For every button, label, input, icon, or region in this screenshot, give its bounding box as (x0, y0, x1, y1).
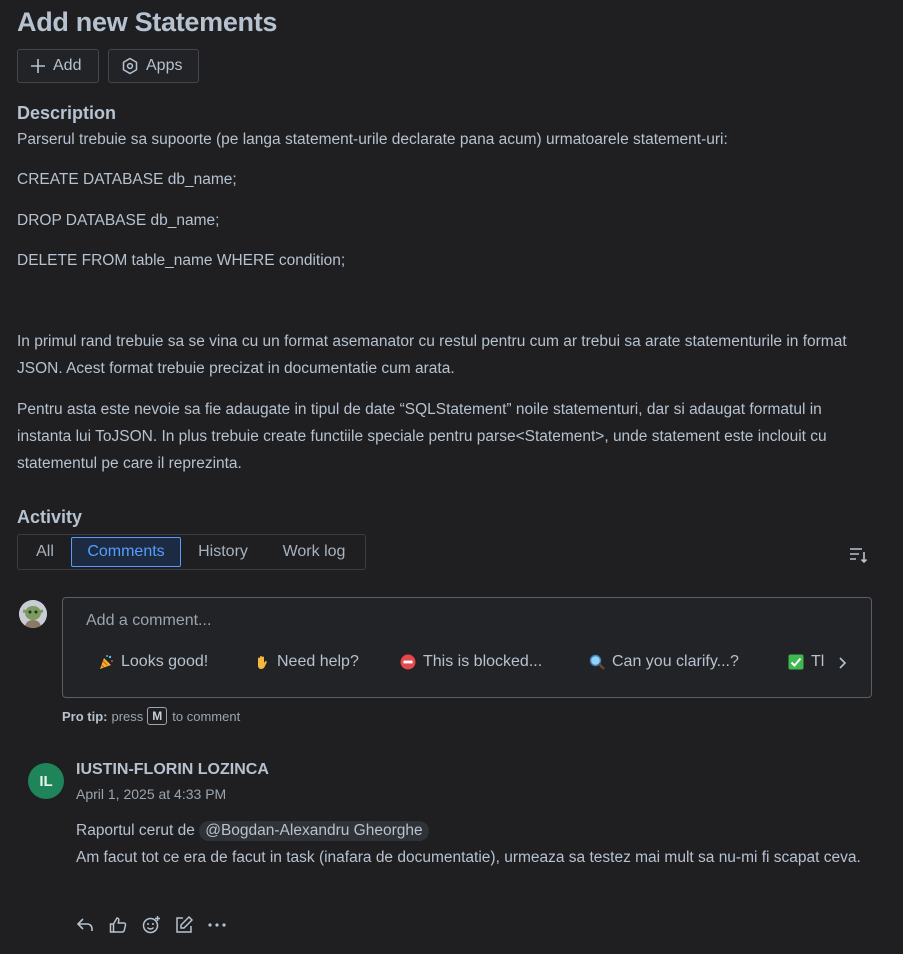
add-button[interactable]: Add (17, 49, 99, 83)
quick-reply-need-help[interactable]: Need help? (254, 653, 359, 671)
comment-body: Raportul cerut de @Bogdan-Alexandru Gheo… (76, 817, 866, 871)
tab-comments[interactable]: Comments (71, 537, 181, 567)
comment-line-1: Raportul cerut de @Bogdan-Alexandru Gheo… (76, 817, 866, 844)
user-mention[interactable]: @Bogdan-Alexandru Gheorghe (199, 821, 429, 841)
avatar[interactable]: IL (28, 763, 64, 799)
reply-icon[interactable] (74, 914, 96, 936)
tab-history[interactable]: History (186, 537, 260, 567)
add-reaction-icon[interactable] (140, 914, 162, 936)
comment-actions (74, 914, 239, 936)
no-entry-icon (400, 654, 416, 670)
description-paragraph: Parserul trebuie sa supoorte (pe langa s… (17, 131, 728, 148)
description-paragraph: DELETE FROM table_name WHERE condition; (17, 252, 346, 269)
quick-reply-label: Tl (811, 653, 825, 670)
comment-timestamp[interactable]: April 1, 2025 at 4:33 PM (76, 786, 226, 802)
quick-reply-looks-good[interactable]: Looks good! (98, 653, 208, 671)
comment-input[interactable]: Add a comment... (86, 612, 211, 630)
pro-tip-before: press (111, 708, 144, 724)
party-popper-icon (98, 654, 114, 670)
comment-line-2: Am facut tot ce era de facut in task (in… (76, 849, 861, 866)
magnifying-glass-icon (589, 654, 605, 670)
issue-page: Add new Statements Add Apps Description … (0, 0, 903, 954)
activity-heading: Activity (17, 507, 83, 527)
pro-tip: Pro tip: press M to comment (62, 707, 240, 725)
apps-hexagon-icon (121, 57, 139, 75)
description-paragraph: CREATE DATABASE db_name; (17, 171, 237, 188)
keyboard-shortcut-key: M (147, 707, 168, 725)
activity-tabs: All Comments History Work log (17, 534, 366, 570)
quick-reply-label: Looks good! (121, 653, 209, 670)
description-paragraph: Pentru asta este nevoie sa fie adaugate … (17, 401, 827, 472)
pro-tip-after: to comment (172, 708, 241, 724)
current-user-avatar (19, 600, 47, 628)
more-icon[interactable] (206, 914, 228, 936)
chevron-right-icon[interactable] (835, 656, 849, 670)
add-button-label: Add (53, 57, 82, 74)
edit-icon[interactable] (173, 914, 195, 936)
tab-work-log[interactable]: Work log (271, 537, 357, 567)
sort-icon[interactable] (848, 545, 868, 565)
description-paragraph: In primul rand trebuie sa se vina cu un … (17, 333, 847, 377)
like-icon[interactable] (107, 914, 129, 936)
apps-button-label: Apps (146, 57, 183, 74)
quick-reply-label: This is blocked... (423, 653, 543, 670)
quick-reply-label: Need help? (277, 653, 359, 670)
comment-text: Raportul cerut de (76, 822, 195, 839)
comment-composer[interactable]: Add a comment... Looks good! Need help? … (62, 597, 872, 698)
page-title: Add new Statements (17, 7, 278, 37)
quick-reply-blocked[interactable]: This is blocked... (400, 653, 542, 671)
plus-icon (30, 58, 46, 74)
description-heading: Description (17, 103, 117, 123)
waving-hand-icon (254, 654, 270, 670)
pro-tip-label: Pro tip: (62, 708, 108, 724)
comment-author[interactable]: IUSTIN-FLORIN LOZINCA (76, 761, 269, 779)
quick-reply-label: Can you clarify...? (612, 653, 739, 670)
tab-all[interactable]: All (22, 537, 68, 567)
quick-reply-clarify[interactable]: Can you clarify...? (589, 653, 739, 671)
apps-button[interactable]: Apps (108, 49, 199, 83)
quick-reply-thanks[interactable]: Tl (788, 653, 838, 671)
check-mark-icon (788, 654, 804, 670)
description-paragraph: DROP DATABASE db_name; (17, 212, 220, 229)
